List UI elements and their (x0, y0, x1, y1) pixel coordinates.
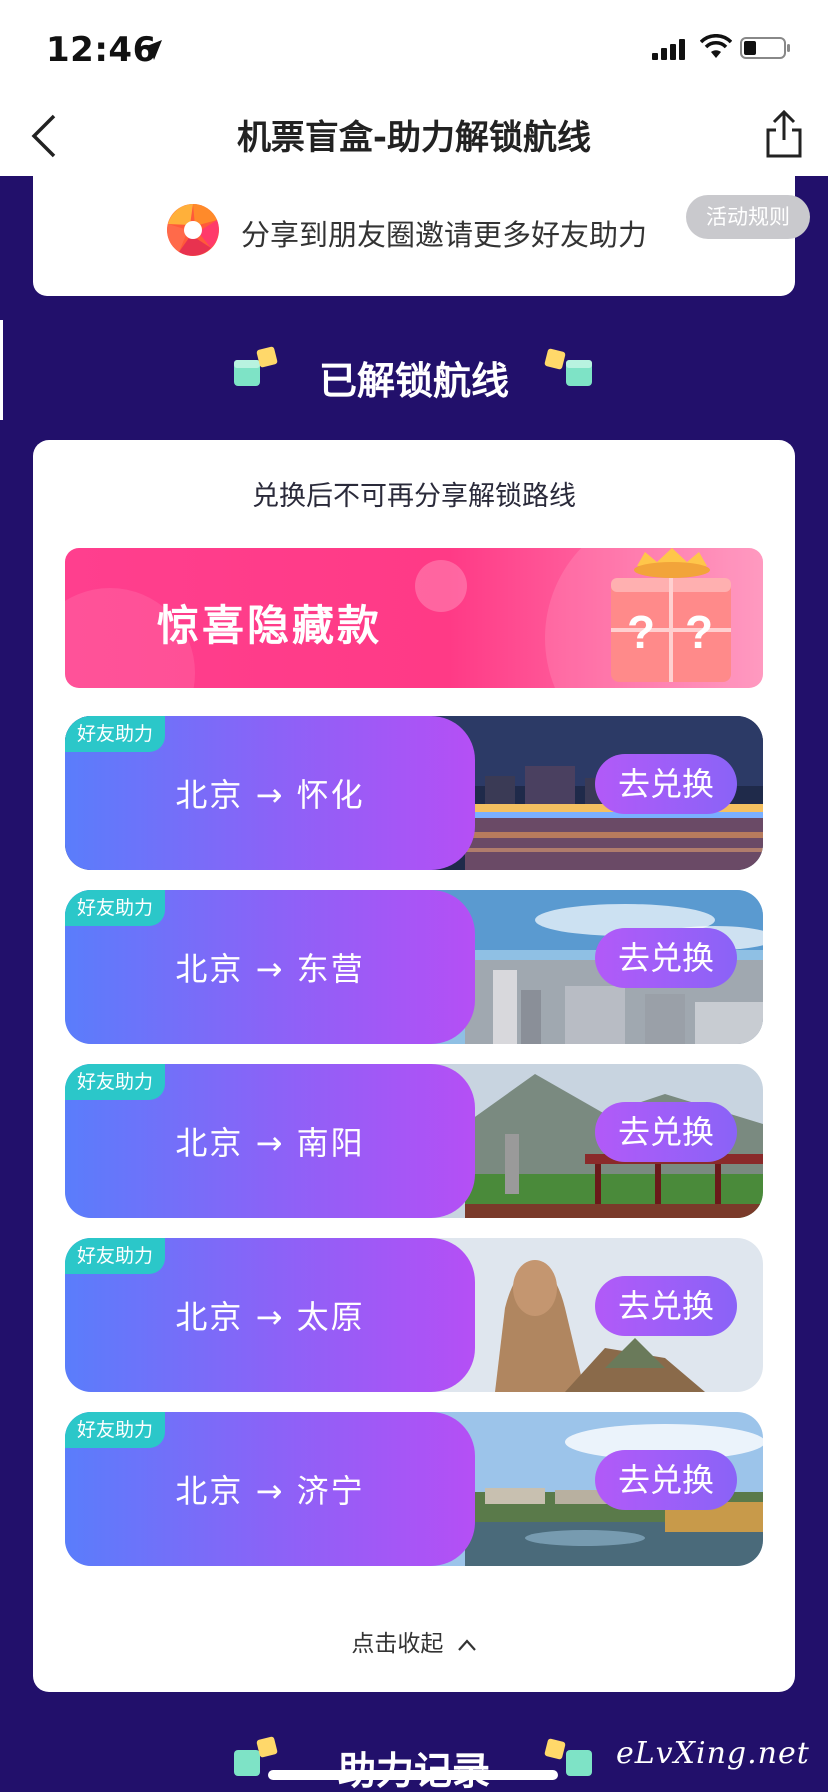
surprise-hidden-banner[interactable]: 惊喜隐藏款 ? ? (65, 548, 763, 688)
redeem-note: 兑换后不可再分享解锁路线 (252, 481, 576, 512)
redeem-button[interactable]: 去兑换 (595, 1102, 737, 1162)
route-card-huaihua[interactable]: 北京 → 怀化 好友助力 去兑换 (65, 716, 763, 870)
share-icon[interactable] (762, 108, 806, 160)
back-arrow-icon[interactable] (26, 108, 66, 164)
invite-card[interactable]: 分享到朋友圈邀请更多好友助力 (33, 176, 795, 296)
activity-rules-button[interactable]: 活动规则 (686, 195, 810, 239)
redeem-button[interactable]: 去兑换 (595, 1450, 737, 1510)
moments-shutter-icon (167, 204, 219, 256)
unlocked-routes-title: 已解锁航线 (318, 359, 509, 403)
route-label: 北京 → 太原 (175, 1298, 365, 1336)
route-card-dongying[interactable]: 北京 → 东营 好友助力 去兑换 (65, 890, 763, 1044)
svg-text:?: ? (685, 606, 713, 658)
friend-help-tag: 好友助力 (65, 1238, 166, 1274)
location-arrow-icon (142, 40, 162, 60)
route-label: 北京 → 东营 (175, 950, 365, 988)
mystery-gift-box-icon: ? ? (611, 548, 731, 682)
route-card-taiyuan[interactable]: 北京 → 太原 好友助力 去兑换 (65, 1238, 763, 1392)
svg-text:?: ? (627, 606, 655, 658)
wifi-icon (700, 34, 732, 58)
watermark: eLvXing.net (616, 1736, 810, 1771)
cube-decoration-icon (544, 348, 592, 386)
friend-help-tag: 好友助力 (65, 1064, 166, 1100)
status-bar: 12:46 (0, 0, 828, 96)
route-card-jining[interactable]: 北京 → 济宁 好友助力 去兑换 (65, 1412, 763, 1566)
cellular-signal-icon (652, 39, 685, 60)
banner-bubble (415, 560, 467, 612)
route-card-nanyang[interactable]: 北京 → 南阳 好友助力 去兑换 (65, 1064, 763, 1218)
friend-help-tag: 好友助力 (65, 890, 166, 926)
home-indicator[interactable] (268, 1770, 558, 1780)
route-label: 北京 → 南阳 (175, 1124, 365, 1162)
redeem-button[interactable]: 去兑换 (595, 1276, 737, 1336)
nav-bar: 机票盲盒-助力解锁航线 (0, 96, 828, 176)
friend-help-tag: 好友助力 (65, 716, 166, 752)
redeem-button[interactable]: 去兑换 (595, 928, 737, 988)
collapse-button[interactable]: 点击收起 (33, 1624, 795, 1658)
surprise-title: 惊喜隐藏款 (157, 601, 383, 650)
collapse-label: 点击收起 (351, 1631, 444, 1657)
redeem-button[interactable]: 去兑换 (595, 754, 737, 814)
page-title: 机票盲盒-助力解锁航线 (236, 118, 592, 158)
route-label: 北京 → 济宁 (175, 1472, 365, 1510)
route-label: 北京 → 怀化 (175, 776, 365, 814)
unlocked-routes-panel: 兑换后不可再分享解锁路线 惊喜隐藏款 ? ? 北京 → 怀化 好友助力 去兑换 … (33, 440, 795, 1692)
battery-icon (740, 37, 790, 59)
chevron-up-icon (457, 1638, 476, 1651)
invite-text: 分享到朋友圈邀请更多好友助力 (241, 218, 648, 252)
friend-help-tag: 好友助力 (65, 1412, 166, 1448)
